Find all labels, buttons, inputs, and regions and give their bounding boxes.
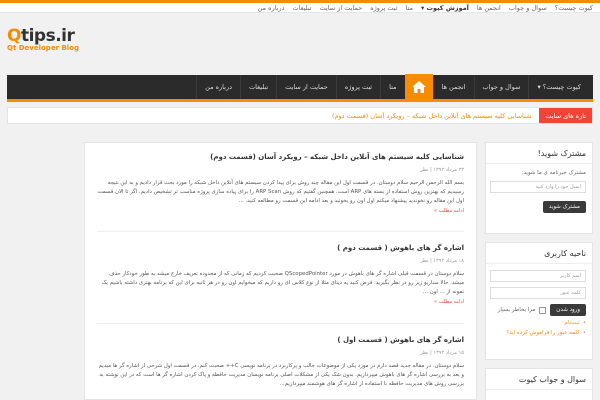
post-meta: ۱۵ مرداد ۱۳۹۲ | نظر (420, 350, 464, 356)
post-item: اشاره گر های باهوش ( قسمت دوم ) ۱۸ مرداد… (85, 244, 476, 305)
top-menu-item[interactable]: سوال و جواب (509, 4, 547, 12)
bullet-icon: • (582, 320, 586, 326)
qa-widget: سوال و جواب کیوت (485, 368, 593, 400)
top-menu-item[interactable]: کیوت چیست؟ (555, 4, 593, 12)
top-menu-item-active[interactable]: آموزش کیوت ▾ (421, 4, 469, 12)
top-menu-item[interactable]: درباره من (258, 4, 285, 12)
password-input[interactable]: کلمه عبور (490, 287, 586, 299)
register-link[interactable]: • ثبت‌نام (492, 320, 586, 326)
user-widget: ناحیه کاربری اسم کاربر کلمه عبور ورود شد… (485, 242, 593, 360)
nav-item[interactable]: ثبت پروژه (335, 75, 380, 99)
widget-title: سوال و جواب کیوت (486, 369, 592, 390)
post-meta: ۲۳ مرداد ۱۳۹۲ | نظر (420, 167, 464, 173)
subscribe-widget: مشترک شوید! مشترک خبرنامه ی ما شوید: ایم… (485, 142, 593, 234)
nav-item[interactable]: انجمن ها (432, 75, 474, 99)
login-button[interactable]: ورود شدن (550, 304, 586, 316)
main-nav: کیوت چیست؟ ▾ سوال و جواب انجمن ها متا ثب… (7, 73, 593, 102)
nav-item[interactable]: تبلیغات (240, 75, 276, 99)
remember-label: مرا بخاطر بسپار (497, 307, 536, 313)
post-divider (97, 323, 464, 324)
top-menu-item[interactable]: انجمن ها (477, 4, 501, 12)
site-logo[interactable]: Qtips.ir Qt Developer Blog (7, 26, 97, 66)
nav-item[interactable]: کیوت چیست؟ ▾ (528, 75, 589, 99)
top-bar: کیوت چیست؟ سوال و جواب انجمن ها آموزش کی… (0, 0, 600, 13)
top-menu-item[interactable]: متا (406, 4, 413, 12)
post-excerpt: سلام دوستان در قسمت قبلی اشاره گر های با… (101, 271, 464, 295)
nav-item[interactable]: درباره من (196, 75, 240, 99)
subscribe-button[interactable]: مشترک شوید (542, 201, 586, 213)
post-divider (97, 231, 464, 232)
post-title[interactable]: اشاره گر های باهوش ( قسمت دوم ) (97, 244, 464, 252)
post-list: شناسایی کلیه سیستم های آنلاین داخل شبکه … (84, 142, 477, 400)
bullet-icon: • (582, 330, 586, 336)
nav-item[interactable]: سوال و جواب (473, 75, 529, 99)
post-excerpt: بسم الله الرحمن الرحیم سلام دوستان. در ق… (97, 180, 465, 204)
post-excerpt: سلام دوستان. در مقاله جدید قصد دارم در م… (98, 363, 464, 387)
remember-checkbox[interactable] (539, 306, 547, 314)
widget-title: ناحیه کاربری (486, 243, 592, 264)
top-menu: کیوت چیست؟ سوال و جواب انجمن ها آموزش کی… (0, 3, 600, 12)
post-item: شناسایی کلیه سیستم های آنلاین داخل شبکه … (85, 153, 476, 214)
nav-item[interactable]: حمایت از سایت (276, 75, 336, 99)
nav-item[interactable]: متا (380, 75, 404, 99)
news-ticker: تازه های سایت شناسایی کلیه سیستم های آنل… (7, 107, 593, 124)
nav-home-button[interactable] (404, 73, 433, 101)
post-title[interactable]: شناسایی کلیه سیستم های آنلاین داخل شبکه … (97, 153, 464, 161)
site-header: Qtips.ir Qt Developer Blog (7, 20, 593, 74)
subscribe-text: مشترک خبرنامه ی ما شوید: (521, 170, 586, 176)
read-more-link[interactable]: ادامه مطلب » (97, 208, 464, 214)
top-menu-item[interactable]: تبلیغات (292, 4, 311, 12)
ticker-link[interactable]: شناسایی کلیه سیستم های آنلاین داخل شبکه … (332, 112, 539, 120)
post-item: اشاره گر های باهوش ( قسمت اول ) ۱۵ مرداد… (85, 336, 476, 389)
top-menu-item[interactable]: ثبت پروژه (370, 4, 397, 12)
ticker-label: تازه های سایت (539, 108, 592, 123)
widget-title: مشترک شوید! (486, 143, 592, 164)
email-input[interactable]: ایمیل خود را وارد کنید (490, 181, 586, 193)
post-title[interactable]: اشاره گر های باهوش ( قسمت اول ) (97, 336, 464, 344)
logo-wordmark: Qtips.ir (7, 26, 75, 46)
logo-tagline: Qt Developer Blog (7, 44, 80, 52)
username-input[interactable]: اسم کاربر (490, 270, 586, 282)
forgot-password-link[interactable]: • کلمه عبور را فراموش کرده اید؟ (492, 330, 586, 336)
home-icon (411, 81, 426, 93)
post-meta: ۱۸ مرداد ۱۳۹۲ | نظر (420, 258, 464, 264)
top-menu-item[interactable]: حمایت از سایت (320, 4, 363, 12)
read-more-link[interactable]: ادامه مطلب » (97, 299, 464, 305)
